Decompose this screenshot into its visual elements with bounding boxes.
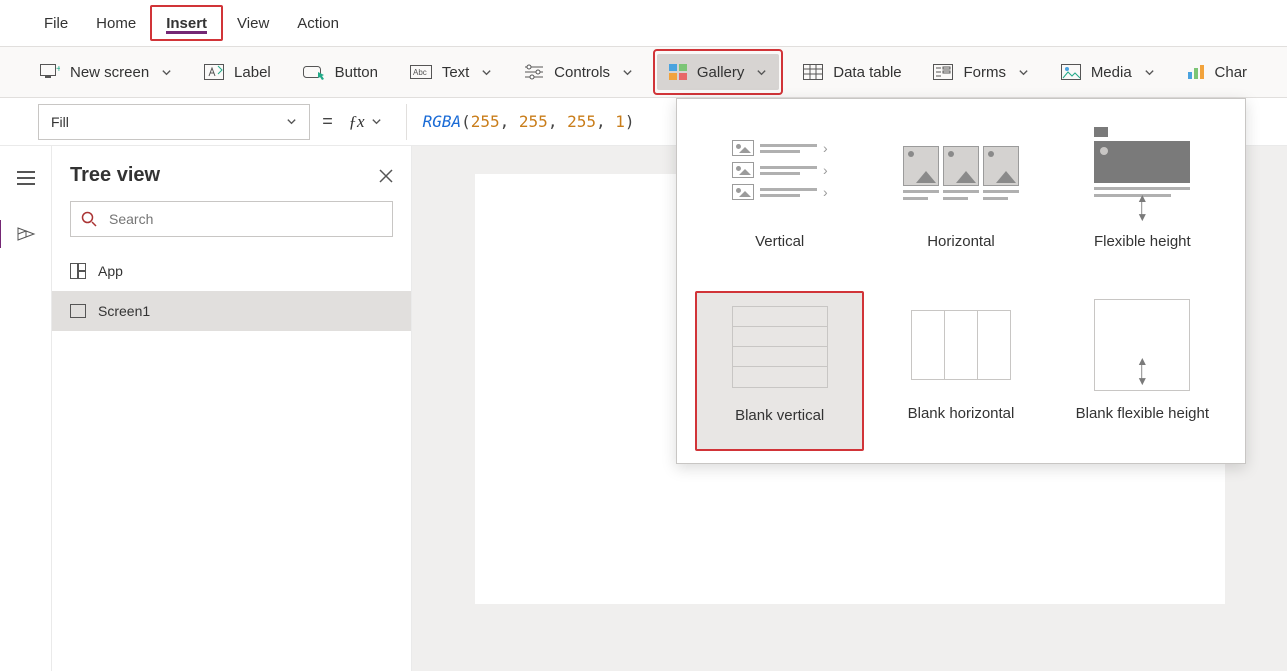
search-input[interactable] [107,210,382,228]
new-screen-label: New screen [70,64,149,81]
formula-fn: RGBA [423,112,462,131]
text-icon: Abc [410,65,432,79]
gallery-option-blank-horizontal[interactable]: Blank horizontal [876,291,1045,451]
button-icon [303,64,325,80]
media-icon [1061,64,1081,80]
gallery-option-label: Blank vertical [735,407,824,426]
gallery-option-flexible-height[interactable]: ▲│▼ Flexible height [1058,119,1227,279]
label-button[interactable]: Label [192,54,283,90]
new-screen-button[interactable]: + New screen [28,54,184,90]
gallery-option-label: Blank horizontal [908,405,1015,424]
label-icon [204,64,224,80]
tree-view-title: Tree view [70,164,160,187]
menu-insert[interactable]: Insert [150,5,223,41]
search-box[interactable] [70,201,393,237]
tree-item-app[interactable]: App [52,251,411,291]
screen-icon [70,304,88,318]
menu-home[interactable]: Home [82,0,150,46]
fx-icon: ƒx [349,112,365,132]
gallery-option-label: Vertical [755,233,804,252]
tree-view-panel: Tree view App Screen1 [52,146,412,671]
gallery-option-blank-vertical[interactable]: Blank vertical [695,291,864,451]
charts-button[interactable]: Char [1175,54,1260,90]
formula-input[interactable]: RGBA(255, 255, 255, 1) [406,104,635,140]
hamburger-button[interactable] [8,162,44,194]
chevron-down-icon [756,67,767,78]
text-button-label: Text [442,64,470,81]
svg-text:Abc: Abc [413,68,427,77]
property-selector[interactable]: Fill [38,104,310,140]
data-table-button[interactable]: Data table [791,54,913,90]
media-button-label: Media [1091,64,1132,81]
menu-view[interactable]: View [223,0,283,46]
media-button[interactable]: Media [1049,54,1167,90]
gallery-icon [669,64,687,80]
forms-button-label: Forms [963,64,1006,81]
button-button[interactable]: Button [291,54,390,90]
menu-bar: File Home Insert View Action [0,0,1287,46]
search-icon [81,211,97,227]
gallery-dropdown: › › › Vertical Horizontal ▲│▼ Flexible h… [676,98,1246,464]
controls-button[interactable]: Controls [512,54,645,90]
chevron-down-icon [371,116,382,127]
data-table-icon [803,64,823,80]
charts-icon [1187,64,1205,80]
gallery-option-vertical[interactable]: › › › Vertical [695,119,864,279]
data-table-label: Data table [833,64,901,81]
app-icon [70,263,88,279]
gallery-option-label: Blank flexible height [1076,405,1209,424]
controls-button-label: Controls [554,64,610,81]
fx-button[interactable]: ƒx [349,112,390,132]
chevron-down-icon [1144,67,1155,78]
forms-button[interactable]: Forms [921,54,1041,90]
gallery-button-highlight: Gallery [653,49,784,95]
ribbon-toolbar: + New screen Label Button Abc Text Contr… [0,46,1287,98]
gallery-option-label: Horizontal [927,233,995,252]
label-button-label: Label [234,64,271,81]
forms-icon [933,64,953,80]
gallery-button-label: Gallery [697,64,745,81]
equals-label: = [322,111,333,132]
gallery-option-label: Flexible height [1094,233,1191,252]
tree-view-rail-button[interactable] [8,218,44,250]
left-rail [0,146,52,671]
svg-text:+: + [56,64,60,75]
close-icon[interactable] [379,169,393,183]
chevron-down-icon [286,116,297,127]
gallery-option-blank-flexible-height[interactable]: ▲│▼ Blank flexible height [1058,291,1227,451]
tree-item-label: App [98,263,123,279]
chevron-down-icon [161,67,172,78]
chevron-down-icon [1018,67,1029,78]
property-name: Fill [51,114,69,130]
new-screen-icon: + [40,64,60,80]
tree-item-screen1[interactable]: Screen1 [52,291,411,331]
charts-button-label: Char [1215,64,1248,81]
gallery-button[interactable]: Gallery [657,54,780,90]
text-button[interactable]: Abc Text [398,54,505,90]
tree-item-label: Screen1 [98,303,150,319]
menu-file[interactable]: File [30,0,82,46]
controls-icon [524,64,544,80]
gallery-option-horizontal[interactable]: Horizontal [876,119,1045,279]
menu-action[interactable]: Action [283,0,353,46]
chevron-down-icon [622,67,633,78]
button-button-label: Button [335,64,378,81]
chevron-down-icon [481,67,492,78]
